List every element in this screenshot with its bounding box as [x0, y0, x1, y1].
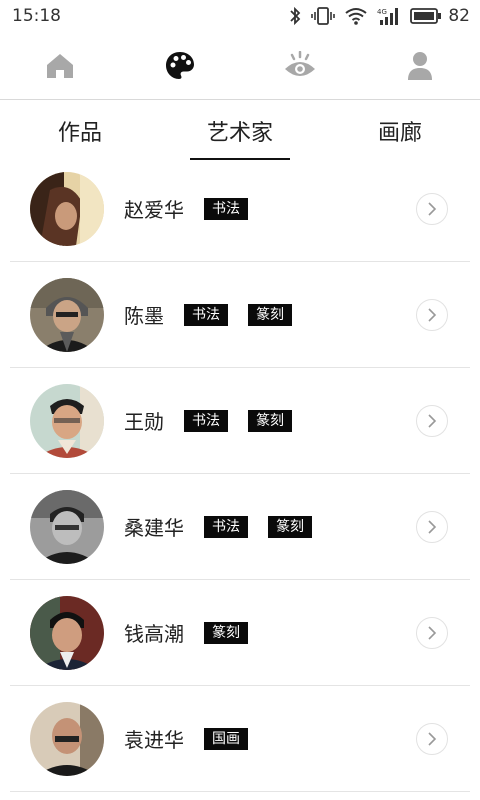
tab-works[interactable]: 作品 [0, 101, 160, 161]
tag-badge: 书法 [204, 515, 248, 538]
detail-button[interactable] [416, 616, 448, 649]
chevron-right-icon [428, 201, 437, 216]
avatar [30, 171, 104, 246]
tag-badge: 书法 [204, 197, 248, 220]
chevron-right-icon [428, 625, 437, 640]
avatar [30, 595, 104, 670]
battery-level: 82 [448, 6, 470, 26]
icon-nav-bar [0, 32, 480, 100]
tag-badge: 国画 [204, 727, 248, 750]
artist-tags: 书法 篆刻 [184, 303, 292, 326]
signal-icon: 4G [377, 8, 399, 25]
user-icon [408, 51, 432, 80]
eye-icon [285, 50, 315, 76]
artist-name: 钱高潮 [124, 622, 184, 646]
avatar [30, 277, 104, 352]
svg-text:4G: 4G [377, 8, 387, 16]
avatar [30, 489, 104, 564]
tag-badge: 篆刻 [248, 409, 292, 432]
status-icons: 4G 82 [288, 6, 470, 26]
list-item[interactable]: 王勋 书法 篆刻 [10, 368, 470, 474]
avatar [30, 383, 104, 458]
list-item[interactable]: 桑建华 书法 篆刻 [10, 474, 470, 580]
list-item[interactable]: 钱高潮 篆刻 [10, 580, 470, 686]
tab-artists[interactable]: 艺术家 [160, 101, 320, 161]
artist-tags: 书法 [204, 197, 248, 220]
detail-button[interactable] [416, 722, 448, 755]
status-time: 15:18 [12, 6, 61, 26]
detail-button[interactable] [416, 510, 448, 543]
tab-galleries[interactable]: 画廊 [320, 101, 480, 161]
list-item[interactable]: 陈墨 书法 篆刻 [10, 262, 470, 368]
detail-button[interactable] [416, 192, 448, 225]
list-item[interactable]: 袁进华 国画 [10, 686, 470, 792]
nav-discover[interactable] [240, 32, 360, 99]
vibrate-icon [311, 7, 336, 25]
list-item[interactable]: 赵爱华 书法 [10, 156, 470, 262]
artist-tags: 书法 篆刻 [184, 409, 292, 432]
artist-tags: 国画 [204, 727, 248, 750]
avatar [30, 701, 104, 776]
artist-name: 陈墨 [124, 304, 164, 328]
chevron-right-icon [428, 731, 437, 746]
artist-name: 桑建华 [124, 516, 184, 540]
chevron-right-icon [428, 413, 437, 428]
artist-tags: 篆刻 [204, 621, 248, 644]
artist-name: 王勋 [124, 410, 164, 434]
detail-button[interactable] [416, 298, 448, 331]
category-tabs: 作品 艺术家 画廊 [0, 101, 480, 161]
tag-badge: 书法 [184, 303, 228, 326]
bluetooth-icon [290, 6, 301, 26]
tag-badge: 篆刻 [268, 515, 312, 538]
chevron-right-icon [428, 307, 437, 322]
artist-tags: 书法 篆刻 [204, 515, 312, 538]
nav-palette[interactable] [120, 32, 240, 99]
battery-indicator: 82 [410, 6, 470, 26]
tag-badge: 书法 [184, 409, 228, 432]
tag-badge: 篆刻 [204, 621, 248, 644]
chevron-right-icon [428, 519, 437, 534]
battery-icon [410, 8, 442, 24]
nav-home[interactable] [0, 32, 120, 99]
status-bar: 15:18 4G 82 [0, 0, 480, 32]
artist-list: 赵爱华 书法 陈墨 书法 篆刻 王勋 书法 篆刻 桑建华 书法 篆刻 钱高潮 篆… [10, 156, 470, 792]
nav-profile[interactable] [360, 32, 480, 99]
detail-button[interactable] [416, 404, 448, 437]
artist-name: 袁进华 [124, 728, 184, 752]
wifi-icon [345, 8, 367, 25]
palette-icon [166, 51, 194, 79]
artist-name: 赵爱华 [124, 198, 184, 222]
home-icon [47, 53, 73, 78]
tag-badge: 篆刻 [248, 303, 292, 326]
